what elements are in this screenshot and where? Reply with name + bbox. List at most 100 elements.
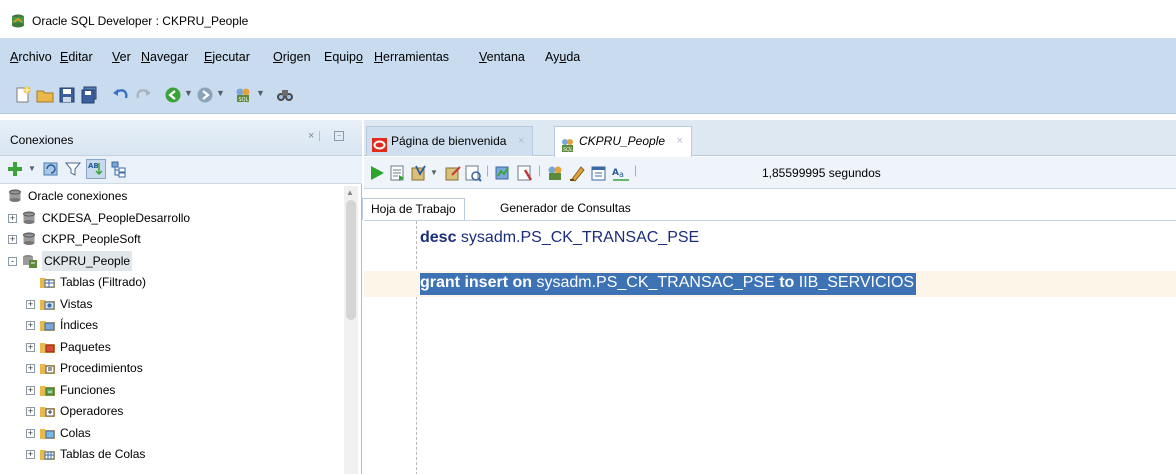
tree-node-ckdesa-peopledesarrollo[interactable]: + CKDESA_PeopleDesarrollo [0,208,344,228]
expand-icon[interactable]: + [26,321,35,330]
run-statement-icon[interactable] [368,164,386,182]
clear-icon[interactable] [568,164,586,182]
minimize-icon[interactable]: – [334,131,344,141]
tree-view-icon[interactable] [110,160,128,178]
redo-icon[interactable] [134,86,152,104]
forward-icon[interactable] [196,86,214,104]
editor-tab-bar: Página de bienvenida × SQL CKPRU_People × [364,120,1176,157]
tree-node-label: Procedimientos [60,361,143,375]
expand-icon[interactable]: + [26,299,35,309]
rollback-icon[interactable] [444,164,462,182]
autotrace-icon[interactable] [494,164,512,182]
menu-item-equipo[interactable]: Equipo [324,50,363,64]
sql-tuning-icon[interactable] [516,164,534,182]
expand-icon[interactable]: + [8,235,17,244]
chevron-down-icon[interactable]: ▼ [430,168,438,177]
tree-node-label: Índices [60,318,99,332]
subtab-generador-de-consultas[interactable]: Generador de Consultas [492,198,639,220]
tree-node-funciones[interactable]: + Funciones [0,380,344,400]
undo-icon[interactable] [112,86,130,104]
save-icon[interactable] [58,86,76,104]
procedure-folder-icon [40,361,55,375]
add-connection-icon[interactable] [6,160,24,178]
sql-editor[interactable]: desc sysadm.PS_CK_TRANSAC_PSE grant inse… [364,220,1176,474]
tree-node-operadores[interactable]: + Operadores [0,401,344,421]
tree-node-paquetes[interactable]: + Paquetes [0,337,344,357]
chevron-down-icon[interactable]: ▼ [184,88,193,98]
tab-ckpru-people[interactable]: SQL CKPRU_People × [554,126,693,157]
tree-node-colas[interactable]: + Colas [0,423,344,443]
chevron-down-icon[interactable]: ▼ [216,88,225,98]
commit-icon[interactable] [410,164,428,182]
expand-icon[interactable]: + [26,385,35,395]
tree-scrollbar[interactable]: ▲ [344,186,358,474]
worksheet-subtabs: Hoja de Trabajo Generador de Consultas [362,194,1176,220]
new-icon[interactable] [14,86,32,104]
subtab-hoja-de-trabajo[interactable]: Hoja de Trabajo [362,198,465,220]
code-line-2-selection[interactable]: grant insert on sysadm.PS_CK_TRANSAC_PSE… [420,273,916,295]
schema-browser-icon[interactable]: AB [86,159,106,179]
menu-item-editar[interactable]: Editar [60,50,93,64]
tree-node-label: CKPRU_People [42,250,133,271]
tree-node-label: Tablas de Colas [60,447,146,461]
menu-item-navegar[interactable]: Navegar [141,50,188,64]
sql-worksheet-icon[interactable]: SQL [234,86,252,104]
collapse-icon[interactable]: - [8,256,17,266]
tree-node-label: Operadores [60,404,124,418]
menu-item-origen[interactable]: Origen [273,50,311,64]
tab-label: CKPRU_People [579,134,666,148]
tree-node-oracle-conexiones[interactable]: Oracle conexiones [0,186,344,206]
format-case-icon[interactable]: Aa [612,164,630,182]
expand-icon[interactable]: + [26,428,35,438]
close-icon[interactable]: × [677,127,683,155]
refresh-icon[interactable] [42,160,60,178]
tree-node-ckpr-peoplesoft[interactable]: + CKPR_PeopleSoft [0,229,344,249]
tree-node-vistas[interactable]: + Vistas [0,294,344,314]
menu-item-ventana[interactable]: Ventana [479,50,525,64]
svg-text:SQL: SQL [239,97,249,103]
explain-plan-icon[interactable] [464,164,482,182]
menu-item-herramientas[interactable]: Herramientas [374,50,449,64]
scrollbar-thumb[interactable] [346,200,356,320]
oracle-icon [372,134,387,152]
queue-table-folder-icon [40,447,55,461]
chevron-down-icon[interactable]: ▼ [256,88,265,98]
binoculars-icon[interactable] [276,86,294,104]
queue-folder-icon [40,426,55,440]
connections-header: Conexiones × | – [0,120,362,156]
save-all-icon[interactable] [80,86,98,104]
close-icon[interactable]: × [518,127,524,155]
open-icon[interactable] [36,86,54,104]
connection-icon [22,254,37,268]
expand-icon[interactable]: + [26,364,35,373]
run-script-icon[interactable] [388,164,406,182]
expand-icon[interactable]: + [8,213,17,223]
scroll-up-icon[interactable]: ▲ [346,188,354,197]
tree-node-label: CKPR_PeopleSoft [42,232,141,246]
unshared-worksheet-icon[interactable] [546,164,564,182]
tree-node-label: CKDESA_PeopleDesarrollo [42,210,191,225]
close-icon[interactable]: × [308,130,314,142]
svg-text:a: a [619,170,624,179]
menu-item-ayuda[interactable]: Ayuda [545,50,580,64]
database-icon [22,232,37,246]
main-toolbar: ▼ ▼ SQL ▼ [0,78,1176,114]
expand-icon[interactable]: + [26,450,35,459]
menu-item-ejecutar[interactable]: Ejecutar [204,50,250,64]
chevron-down-icon[interactable]: ▼ [28,164,36,173]
menu-item-archivo[interactable]: Archivo [10,50,52,64]
tree-node-procedimientos[interactable]: + Procedimientos [0,358,344,378]
history-icon[interactable] [590,164,608,182]
tree-node-tablas-filtrado-[interactable]: Tablas (Filtrado) [0,272,344,292]
tree-node-tablas-de-colas[interactable]: + Tablas de Colas [0,444,344,464]
expand-icon[interactable]: + [26,407,35,416]
tree-node-label: Vistas [60,296,93,311]
expand-icon[interactable]: + [26,342,35,352]
tab-página-de-bienvenida[interactable]: Página de bienvenida × [366,126,534,156]
code-line-1[interactable]: desc sysadm.PS_CK_TRANSAC_PSE [420,229,699,247]
filter-icon[interactable] [64,160,82,178]
tree-node-ckpru-people[interactable]: - CKPRU_People [0,250,344,271]
back-icon[interactable] [164,86,182,104]
tree-node-índices[interactable]: + Índices [0,315,344,335]
menu-item-ver[interactable]: Ver [112,50,131,64]
